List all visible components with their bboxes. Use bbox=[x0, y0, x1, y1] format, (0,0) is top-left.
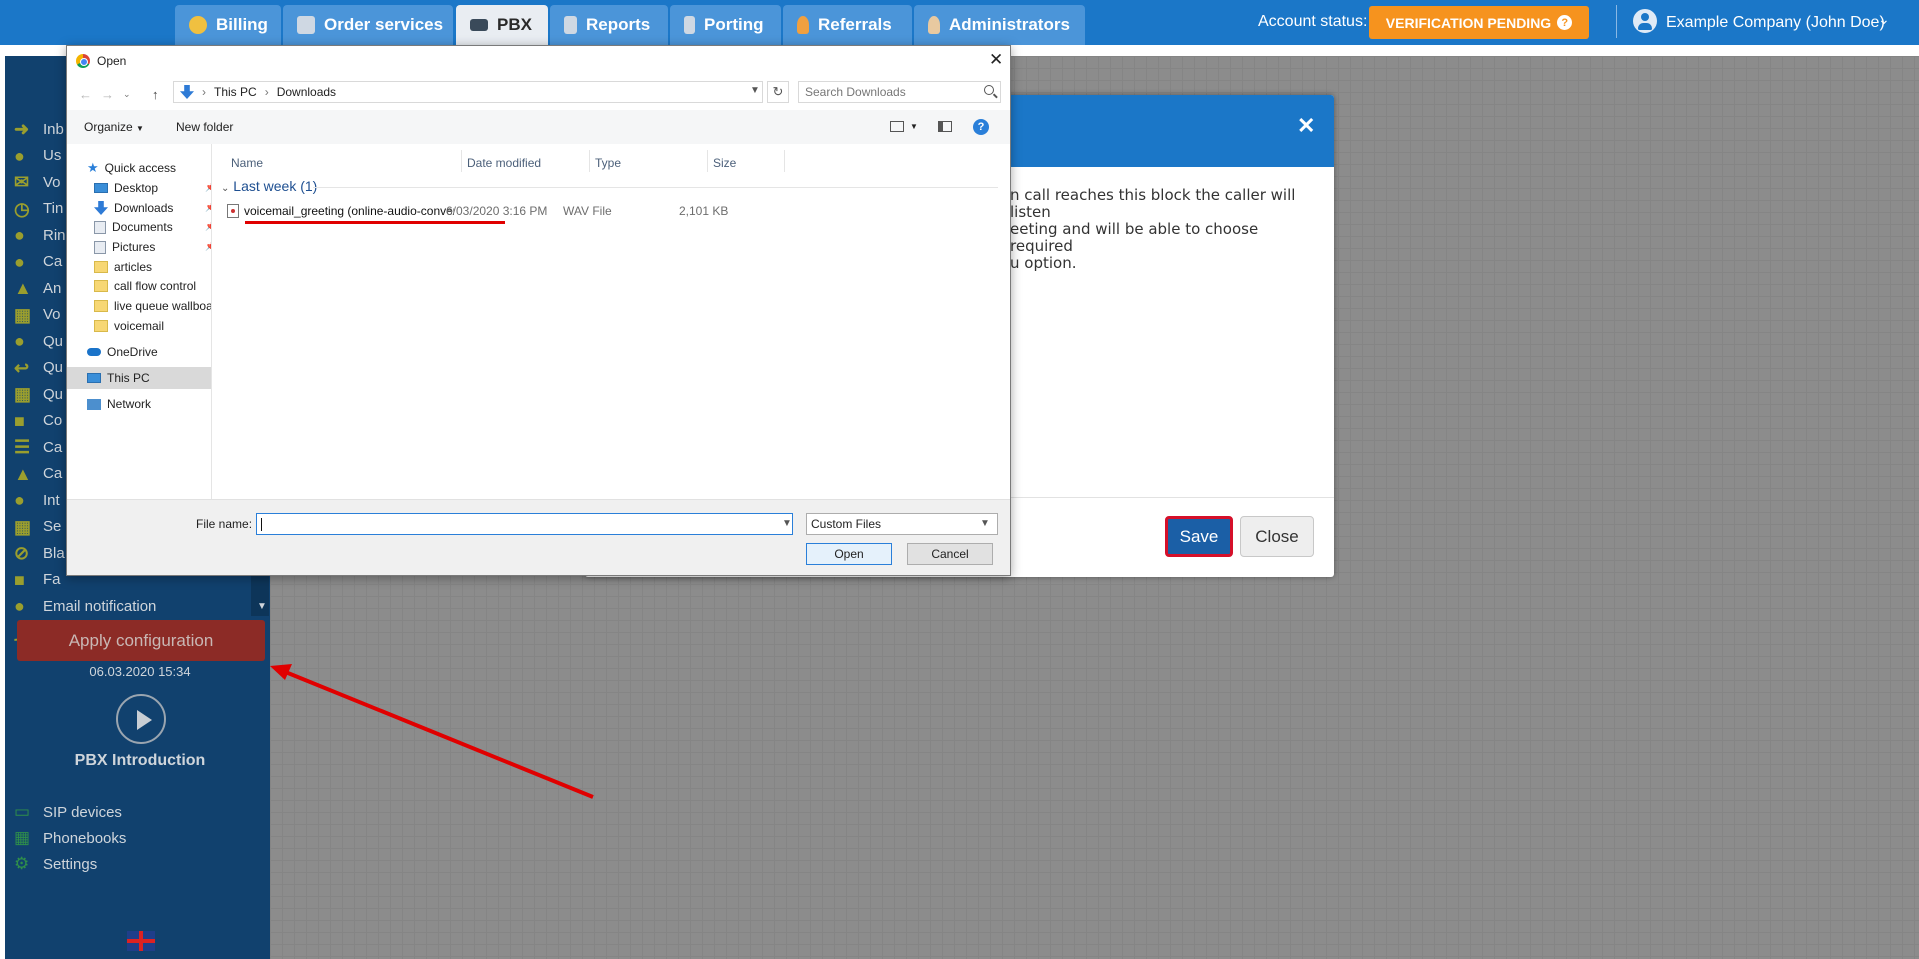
annotation-arrow bbox=[270, 664, 594, 799]
annotation-arrow-line bbox=[282, 669, 594, 799]
